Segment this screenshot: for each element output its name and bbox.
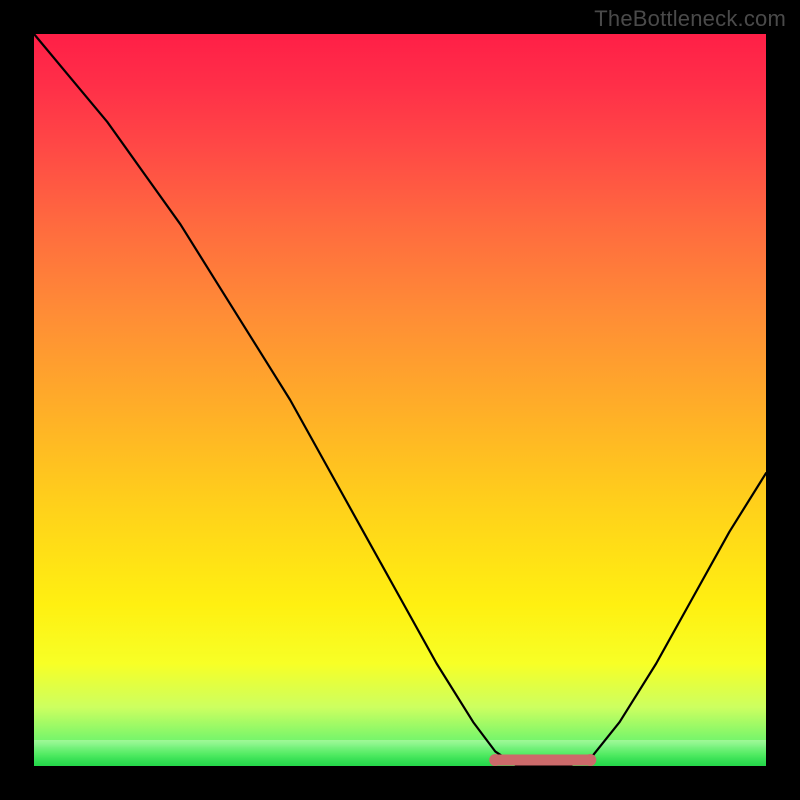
watermark-text: TheBottleneck.com bbox=[594, 6, 786, 32]
optimal-zone-dot-right bbox=[584, 754, 596, 766]
curve-svg bbox=[34, 34, 766, 766]
optimal-zone-dot-left bbox=[489, 754, 501, 766]
plot-area bbox=[34, 34, 766, 766]
bottleneck-curve bbox=[34, 34, 766, 766]
chart-stage: TheBottleneck.com bbox=[0, 0, 800, 800]
